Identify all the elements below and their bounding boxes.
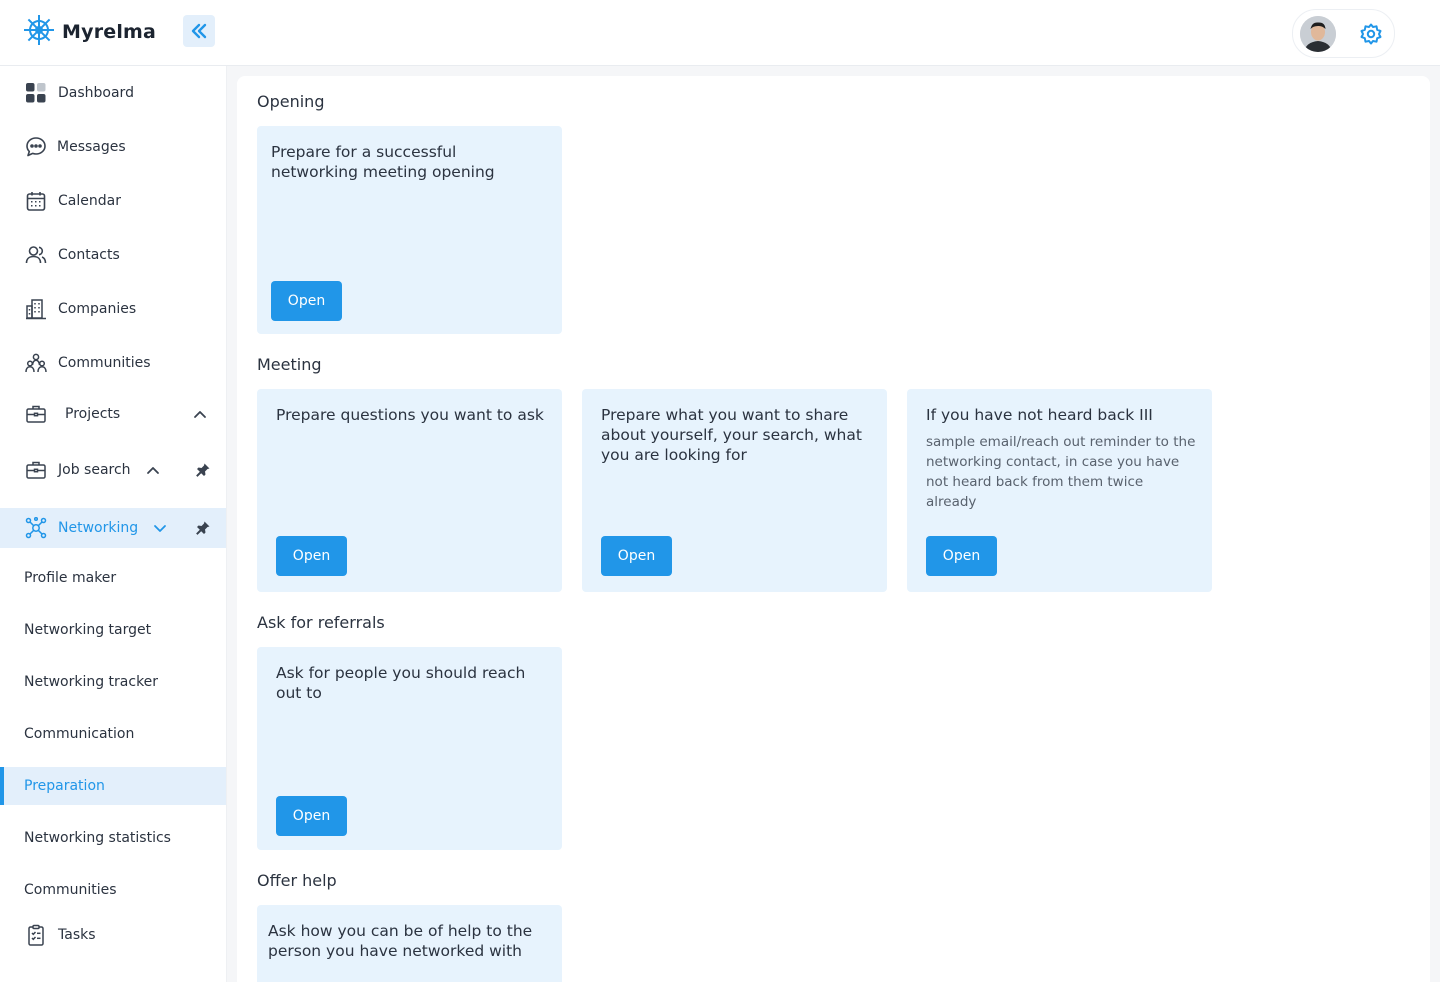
calendar-icon <box>24 189 48 213</box>
card-referrals: Ask for people you should reach out to O… <box>257 647 562 850</box>
sidebar-item-tasks[interactable]: Tasks <box>0 915 226 955</box>
chat-bubble-icon <box>24 135 48 159</box>
ship-wheel-logo-icon <box>22 13 56 51</box>
clipboard-checklist-icon <box>24 923 48 947</box>
briefcase-icon <box>24 458 48 482</box>
building-icon <box>24 297 48 321</box>
sidebar-item-label: Messages <box>57 139 126 155</box>
sidebar-subitem-networking-target[interactable]: Networking target <box>0 611 226 649</box>
sidebar-subitem-profile-maker[interactable]: Profile maker <box>0 559 226 597</box>
sidebar: Dashboard Messages Calendar Contacts Com… <box>0 66 227 982</box>
sidebar-item-messages[interactable]: Messages <box>0 127 226 167</box>
community-icon <box>24 351 48 375</box>
sidebar-subitem-label: Profile maker <box>24 570 117 586</box>
user-menu <box>1292 9 1395 58</box>
top-bar: Myrelma <box>0 0 1440 66</box>
sidebar-item-label: Companies <box>58 301 137 317</box>
card-title: Ask how you can be of help to the person… <box>268 922 533 960</box>
pin-icon[interactable] <box>195 462 211 478</box>
card-offer-help: Ask how you can be of help to the person… <box>257 905 562 982</box>
sidebar-subitem-label: Preparation <box>24 778 105 794</box>
sidebar-item-label: Dashboard <box>58 85 134 101</box>
card-title: Prepare for a successful networking meet… <box>271 143 495 181</box>
sidebar-subitem-communities[interactable]: Communities <box>0 871 226 909</box>
sidebar-subitem-label: Networking statistics <box>24 830 171 846</box>
app-name: Myrelma <box>62 21 157 43</box>
sidebar-item-contacts[interactable]: Contacts <box>0 235 226 275</box>
sidebar-item-job-search[interactable]: Job search <box>0 450 226 490</box>
sidebar-item-calendar[interactable]: Calendar <box>0 181 226 221</box>
open-button[interactable]: Open <box>276 536 347 576</box>
section-title-opening: Opening <box>257 92 325 111</box>
sidebar-item-label: Communities <box>58 355 151 371</box>
pin-icon[interactable] <box>195 520 211 536</box>
sidebar-item-projects[interactable]: Projects <box>0 394 226 434</box>
sidebar-item-networking[interactable]: Networking <box>0 508 226 548</box>
double-chevron-left-icon <box>191 23 207 39</box>
sidebar-subitem-networking-tracker[interactable]: Networking tracker <box>0 663 226 701</box>
section-title-offer-help: Offer help <box>257 871 337 890</box>
section-title-meeting: Meeting <box>257 355 322 374</box>
sidebar-subitem-label: Communication <box>24 726 135 742</box>
main-content: Opening Prepare for a successful network… <box>237 76 1430 982</box>
sidebar-item-communities[interactable]: Communities <box>0 343 226 383</box>
sidebar-item-label: Calendar <box>58 193 121 209</box>
users-icon <box>24 243 48 267</box>
section-title-ask-for-referrals: Ask for referrals <box>257 613 385 632</box>
chevron-down-icon[interactable] <box>153 521 167 535</box>
open-button[interactable]: Open <box>276 796 347 836</box>
card-title: Prepare what you want to share about you… <box>601 406 862 464</box>
card-title: Ask for people you should reach out to <box>276 664 526 702</box>
sidebar-subitem-preparation[interactable]: Preparation <box>0 767 226 805</box>
card-meeting-share: Prepare what you want to share about you… <box>582 389 887 592</box>
card-description: sample email/reach out reminder to the n… <box>926 434 1196 510</box>
sidebar-subitem-label: Networking target <box>24 622 152 638</box>
card-title: If you have not heard back III <box>926 406 1153 424</box>
briefcase-icon <box>24 402 48 426</box>
sidebar-subitem-label: Communities <box>24 882 117 898</box>
open-button[interactable]: Open <box>926 536 997 576</box>
sidebar-item-companies[interactable]: Companies <box>0 289 226 329</box>
sidebar-subitem-communication[interactable]: Communication <box>0 715 226 753</box>
chevron-up-icon[interactable] <box>193 407 207 421</box>
sidebar-item-dashboard[interactable]: Dashboard <box>0 73 226 113</box>
dashboard-icon <box>24 81 48 105</box>
settings-gear-icon[interactable] <box>1359 22 1383 46</box>
chevron-up-icon[interactable] <box>146 463 160 477</box>
sidebar-item-label: Projects <box>65 406 121 422</box>
card-meeting-not-heard-back: If you have not heard back III sample em… <box>907 389 1212 592</box>
sidebar-item-label: Contacts <box>58 247 120 263</box>
sidebar-item-label: Networking <box>58 520 139 536</box>
avatar[interactable] <box>1300 16 1336 52</box>
open-button[interactable]: Open <box>601 536 672 576</box>
sidebar-item-label: Job search <box>58 462 131 478</box>
sidebar-item-label: Tasks <box>58 927 96 943</box>
brand[interactable]: Myrelma <box>22 13 156 51</box>
network-icon <box>24 516 48 540</box>
collapse-sidebar-button[interactable] <box>183 15 215 47</box>
card-meeting-questions: Prepare questions you want to ask Open <box>257 389 562 592</box>
card-title: Prepare questions you want to ask <box>276 406 544 424</box>
open-button[interactable]: Open <box>271 281 342 321</box>
sidebar-subitem-networking-statistics[interactable]: Networking statistics <box>0 819 226 857</box>
card-opening: Prepare for a successful networking meet… <box>257 126 562 334</box>
sidebar-subitem-label: Networking tracker <box>24 674 159 690</box>
